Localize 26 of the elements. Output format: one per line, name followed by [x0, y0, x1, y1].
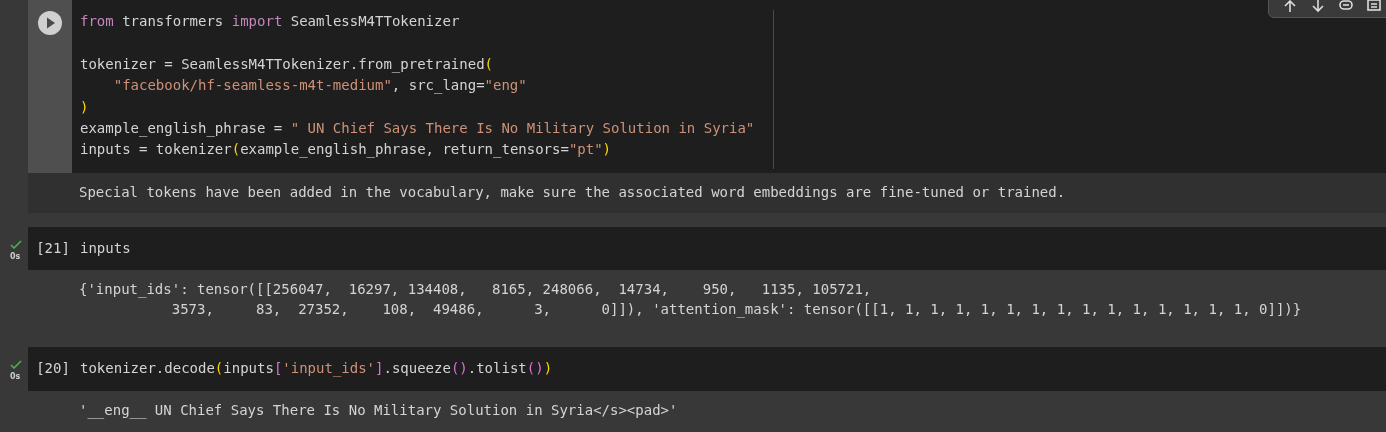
run-time: 0s	[10, 372, 21, 382]
code-cell[interactable]: [21] inputs	[28, 226, 1386, 271]
code-line: tokenizer.decode(inputs['input_ids'].squeeze().tolist())	[80, 359, 553, 379]
code-line: inputs	[80, 238, 131, 258]
output-text: Special tokens have been added in the vocabulary, make sure the associated word embeddings are fine-tuned or trained.	[79, 182, 1067, 202]
code-line: example_english_phrase = " UN Chief Says There Is No Military Solution in Syria"	[80, 118, 755, 139]
code-line: "facebook/hf-seamless-m4t-medium", src_lang="eng"	[112, 76, 528, 96]
run-time: 0s	[10, 251, 21, 261]
link-icon[interactable]	[1339, 0, 1353, 13]
code-cell[interactable]: [20] tokenizer.decode(inputs['input_ids'].squeeze().tolist())	[28, 347, 1386, 391]
execution-count: [21]	[36, 238, 70, 258]
output-text: 3573, 83, 27352, 108, 49486, 3, 0]]), 'attention_mask': tensor([[1, 1, 1, 1, 1, 1, 1, 1, 1, 1, 1, 1, 1, 1, 1, 0]])}	[170, 300, 1303, 320]
output-text: {'input_ids': tensor([[256047, 16297, 134408, 8165, 248066, 14734, 950, 1135, 105721,	[79, 280, 873, 300]
code-cell[interactable]	[28, 0, 1386, 173]
code-line: tokenizer = SeamlessM4TTokenizer.from_pretrained(	[80, 54, 494, 75]
check-icon	[10, 360, 22, 370]
run-button[interactable]	[38, 11, 62, 35]
output-text: '__eng__ UN Chief Says There Is No Military Solution in Syria</s><pad>'	[79, 400, 679, 420]
code-line: )	[80, 97, 90, 117]
check-icon	[10, 239, 22, 249]
arrow-up-icon[interactable]	[1283, 0, 1297, 13]
comment-icon[interactable]	[1367, 0, 1381, 13]
code-line: inputs = tokenizer(example_english_phrase, return_tensors="pt")	[80, 140, 613, 160]
execution-count: [20]	[36, 359, 70, 379]
code-line: from transformers import SeamlessM4TTokenizer	[80, 12, 461, 31]
arrow-down-icon[interactable]	[1311, 0, 1325, 13]
